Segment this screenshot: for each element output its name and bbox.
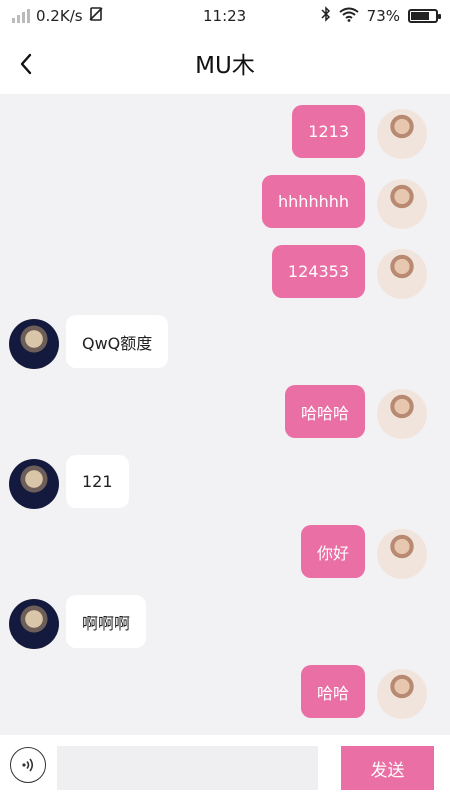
- message-row: 你好: [0, 525, 450, 585]
- contact-avatar[interactable]: [9, 599, 59, 649]
- sent-message-bubble[interactable]: 你好: [300, 525, 365, 578]
- contact-avatar[interactable]: [9, 459, 59, 509]
- contact-avatar[interactable]: [9, 319, 59, 369]
- voice-icon: [22, 758, 34, 772]
- battery-icon: [408, 9, 441, 23]
- chat-message-list[interactable]: 1213 hhhhhhh 124353 QwQ额度哈哈哈 121 你好啊啊啊哈哈: [0, 94, 450, 735]
- message-input[interactable]: [57, 746, 318, 790]
- my-avatar[interactable]: [377, 109, 427, 159]
- status-bar: 0.2K/s 11:23 73%: [0, 0, 450, 32]
- message-row: 啊啊啊: [0, 595, 450, 655]
- message-row: hhhhhhh: [0, 175, 450, 235]
- sent-message-bubble[interactable]: 哈哈哈: [284, 385, 365, 438]
- sent-message-bubble[interactable]: 哈哈: [300, 665, 365, 718]
- message-row: 哈哈: [0, 665, 450, 725]
- page-title: MU木: [195, 53, 255, 79]
- received-message-bubble[interactable]: 啊啊啊: [66, 595, 147, 648]
- my-avatar[interactable]: [377, 179, 427, 229]
- message-row: QwQ额度: [0, 315, 450, 375]
- signal-icon: [12, 9, 30, 23]
- chevron-left-icon: [20, 53, 32, 75]
- voice-button[interactable]: [10, 747, 46, 783]
- chat-header: MU木: [0, 32, 450, 94]
- battery-percent: 73%: [366, 7, 400, 25]
- input-bar: 发送: [0, 735, 450, 800]
- message-row: 124353: [0, 245, 450, 305]
- network-speed: 0.2K/s: [36, 7, 83, 25]
- sent-message-bubble[interactable]: 1213: [292, 105, 365, 158]
- send-button[interactable]: 发送: [341, 746, 434, 790]
- sent-message-bubble[interactable]: hhhhhhh: [262, 175, 365, 228]
- sent-message-bubble[interactable]: 124353: [271, 245, 365, 298]
- back-button[interactable]: [8, 44, 44, 84]
- received-message-bubble[interactable]: QwQ额度: [66, 315, 169, 368]
- message-row: 1213: [0, 105, 450, 165]
- my-avatar[interactable]: [377, 389, 427, 439]
- message-row: 121: [0, 455, 450, 515]
- my-avatar[interactable]: [377, 249, 427, 299]
- received-message-bubble[interactable]: 121: [66, 455, 129, 508]
- status-time: 11:23: [203, 7, 247, 25]
- status-right: 73%: [321, 6, 441, 26]
- bluetooth-icon: [321, 6, 331, 26]
- my-avatar[interactable]: [377, 529, 427, 579]
- status-left: 0.2K/s: [12, 7, 103, 25]
- battery-fill: [411, 12, 429, 20]
- my-avatar[interactable]: [377, 669, 427, 719]
- wifi-icon: [339, 7, 359, 26]
- no-sim-icon: [88, 7, 103, 25]
- message-row: 哈哈哈: [0, 385, 450, 445]
